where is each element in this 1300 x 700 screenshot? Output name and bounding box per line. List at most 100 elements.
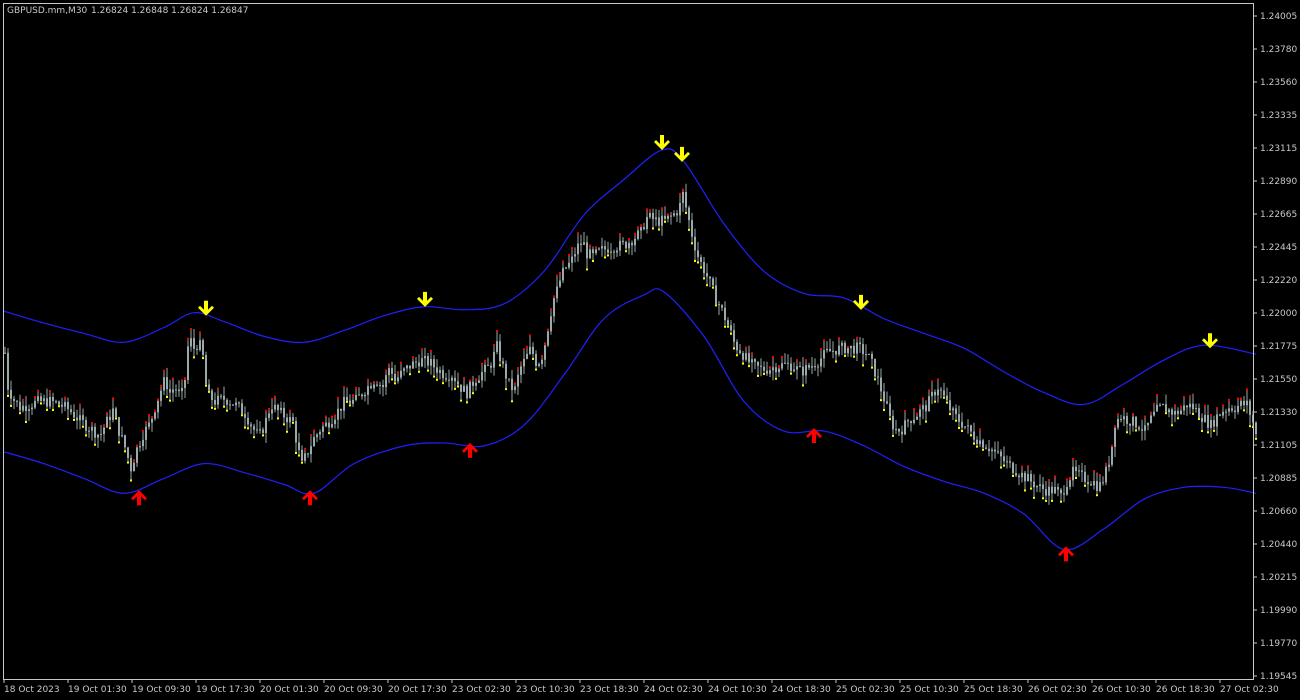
candle-body — [1234, 410, 1236, 412]
candle-body — [688, 207, 690, 221]
high-dot — [400, 361, 402, 364]
candle-body — [151, 418, 153, 423]
x-tick-label: 25 Oct 10:30 — [900, 685, 959, 695]
x-tick-label: 20 Oct 09:30 — [324, 685, 383, 695]
candle-body — [838, 345, 840, 355]
y-tick-label: 1.21775 — [1260, 342, 1297, 352]
candle-body — [823, 350, 825, 359]
low-dot — [685, 211, 687, 214]
high-dot — [769, 366, 771, 369]
candle-body — [946, 395, 948, 401]
candle-body — [1006, 461, 1008, 463]
candle-body — [1174, 410, 1176, 415]
candle-body — [1156, 404, 1158, 412]
low-dot — [19, 412, 21, 415]
low-dot — [925, 420, 927, 423]
candle-body — [1066, 486, 1068, 495]
low-dot — [427, 369, 429, 372]
candle-body — [478, 380, 480, 383]
candle-body — [367, 386, 369, 395]
candle-body — [871, 353, 873, 359]
low-dot — [505, 388, 507, 391]
candle-body — [904, 420, 906, 435]
low-dot — [241, 414, 243, 417]
chart-background — [0, 0, 1300, 700]
high-dot — [640, 224, 642, 227]
y-tick-label: 1.22665 — [1260, 210, 1297, 220]
candle-body — [475, 382, 477, 386]
high-dot — [553, 295, 555, 298]
candle-body — [991, 449, 993, 452]
candle-body — [547, 331, 549, 346]
high-dot — [823, 339, 825, 342]
high-dot — [547, 328, 549, 331]
candle-body — [751, 359, 753, 363]
candle-body — [835, 350, 837, 355]
candle-body — [523, 358, 525, 367]
candle-body — [199, 340, 201, 350]
candle-body — [1153, 411, 1155, 416]
high-dot — [979, 428, 981, 431]
low-dot — [349, 404, 351, 407]
low-dot — [73, 418, 75, 421]
low-dot — [1003, 464, 1005, 467]
candle-body — [1078, 470, 1080, 472]
low-dot — [442, 382, 444, 385]
candle-body — [97, 434, 99, 438]
candle-body — [643, 227, 645, 230]
low-dot — [10, 404, 12, 407]
candle-body — [982, 440, 984, 448]
high-dot — [646, 208, 648, 211]
candle-body — [343, 396, 345, 411]
high-dot — [634, 232, 636, 235]
y-axis: 1.24005 1.23780 1.23560 1.23335 1.23115 1.228… — [1253, 12, 1297, 682]
candle-body — [16, 400, 18, 402]
candle-body — [187, 346, 189, 381]
candle-body — [313, 437, 315, 447]
low-dot — [664, 220, 666, 223]
high-dot — [397, 371, 399, 374]
candle-body — [937, 389, 939, 396]
high-dot — [544, 342, 546, 345]
candle-body — [436, 367, 438, 373]
candle-body — [757, 361, 759, 366]
low-dot — [844, 354, 846, 357]
candle-body — [1015, 473, 1017, 476]
candle-body — [421, 358, 423, 367]
high-dot — [541, 354, 543, 357]
candle-body — [691, 220, 693, 237]
candle-body — [706, 273, 708, 277]
low-dot — [949, 413, 951, 416]
candle-body — [4, 352, 6, 354]
high-dot — [805, 359, 807, 362]
candle-body — [1171, 409, 1173, 415]
candle-body — [943, 390, 945, 396]
candle-body — [619, 240, 621, 251]
candle-body — [847, 348, 849, 354]
y-tick-label: 1.23780 — [1260, 45, 1297, 55]
candle-body — [895, 429, 897, 431]
candle-body — [949, 400, 951, 411]
low-dot — [1030, 487, 1032, 490]
price-chart[interactable]: 1.24005 1.23780 1.23560 1.23335 1.23115 1.228… — [0, 0, 1300, 700]
low-dot — [499, 364, 501, 367]
candle-body — [910, 421, 912, 423]
low-dot — [652, 227, 654, 230]
high-dot — [937, 378, 939, 381]
low-dot — [433, 375, 435, 378]
y-tick-label: 1.19770 — [1260, 639, 1297, 649]
high-dot — [571, 247, 573, 250]
candle-body — [196, 348, 198, 350]
candle-body — [820, 358, 822, 367]
low-dot — [691, 242, 693, 245]
low-dot — [1171, 424, 1173, 427]
high-dot — [1216, 407, 1218, 410]
low-dot — [346, 400, 348, 403]
high-dot — [355, 386, 357, 389]
low-dot — [1135, 429, 1137, 432]
high-dot — [679, 192, 681, 195]
candle-body — [724, 307, 726, 321]
candle-body — [775, 367, 777, 373]
low-dot — [1249, 425, 1251, 428]
candle-body — [337, 408, 339, 420]
